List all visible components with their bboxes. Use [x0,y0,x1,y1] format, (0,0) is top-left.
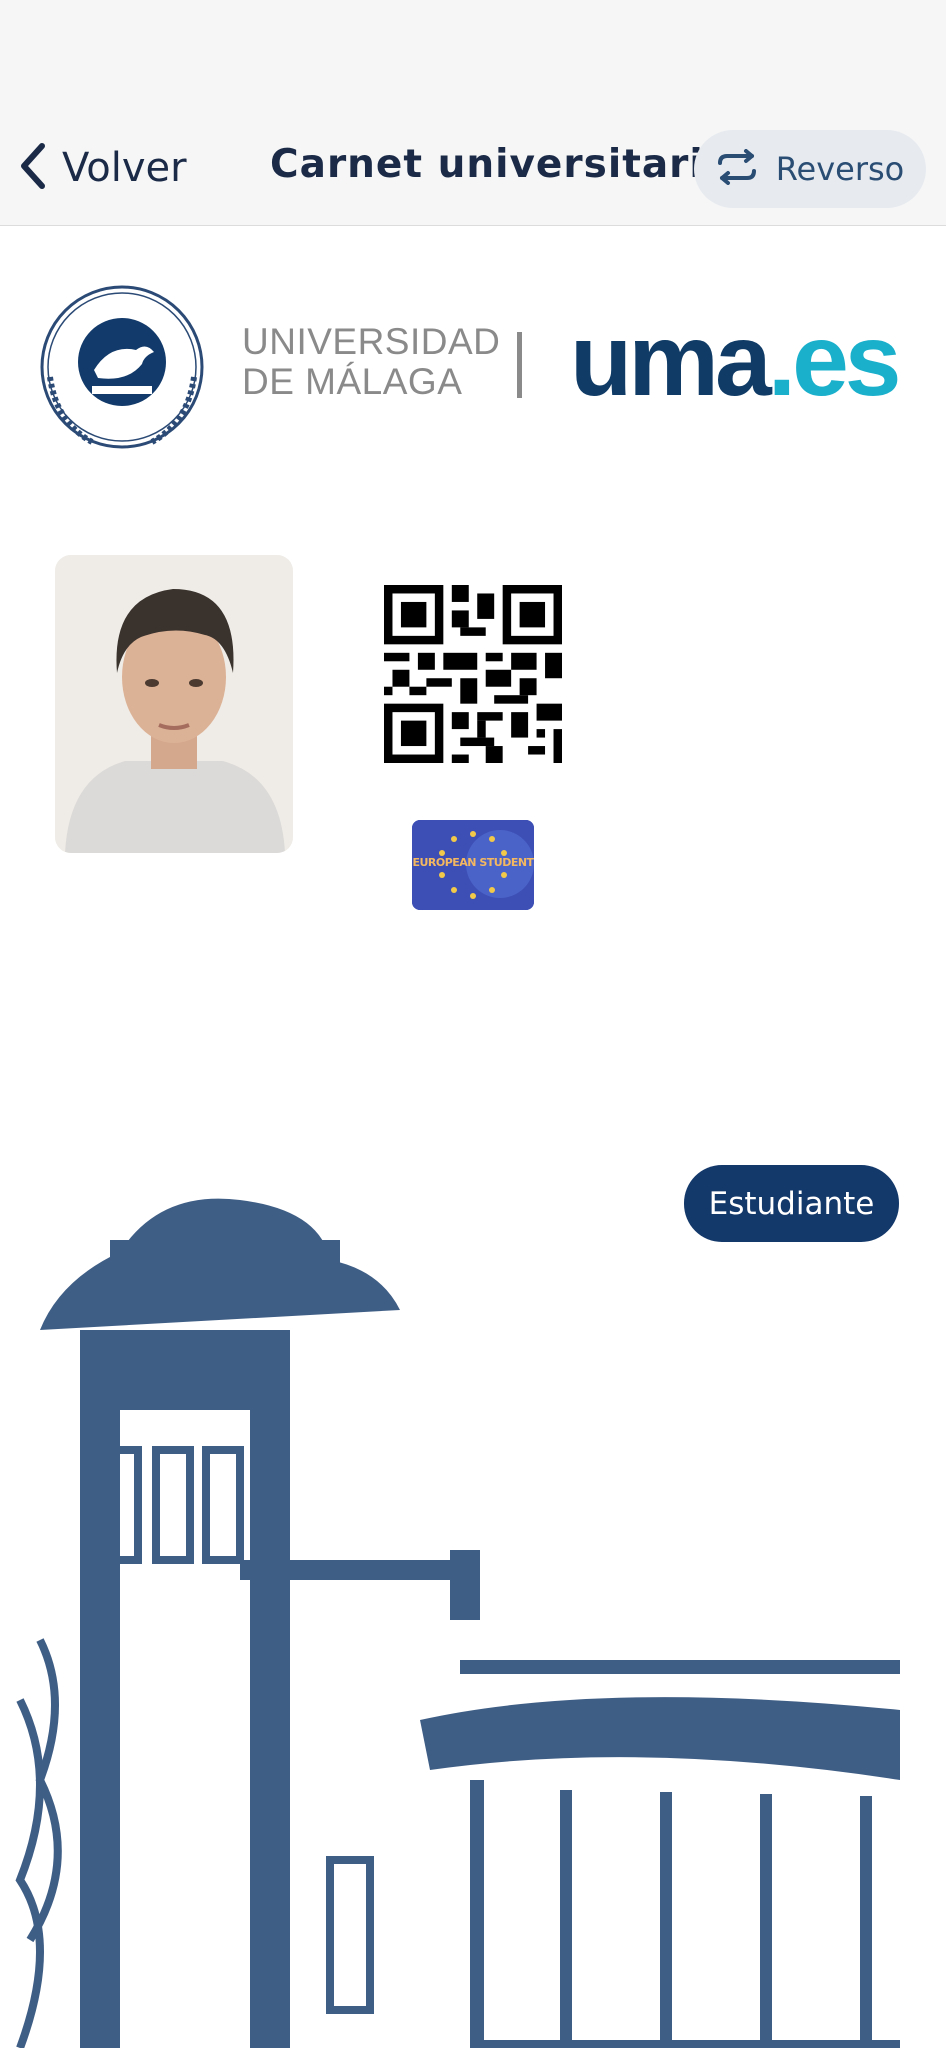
status-bar-area [0,0,946,110]
uma-wordmark: uma.es [570,300,902,420]
chevron-left-icon [18,142,48,194]
qr-code [384,585,562,763]
university-logo: UNIVERSIDAD DE MÁLAGA uma.es [30,282,920,452]
swap-arrows-icon [716,149,758,189]
student-photo [55,555,293,853]
european-student-badge: EUROPEAN STUDENT [412,820,534,910]
top-app-bar: Volver Carnet universitario Reverso [0,110,946,226]
page-title: Carnet universitario [270,142,732,187]
university-building-illustration [15,1198,900,2048]
back-button[interactable]: Volver [18,138,187,198]
university-name: UNIVERSIDAD DE MÁLAGA [242,322,500,402]
uma-wordmark-suffix: .es [767,303,902,417]
logo-divider [517,332,522,398]
university-name-line1: UNIVERSIDAD [242,321,501,362]
uma-wordmark-main: uma [570,303,772,417]
european-student-text: EUROPEAN STUDENT [412,856,534,869]
reverse-label: Reverso [775,150,905,188]
university-name-line2: DE MÁLAGA [242,361,463,402]
reverse-button[interactable]: Reverso [694,130,926,208]
back-label: Volver [62,145,187,191]
university-seal-icon [40,285,204,449]
